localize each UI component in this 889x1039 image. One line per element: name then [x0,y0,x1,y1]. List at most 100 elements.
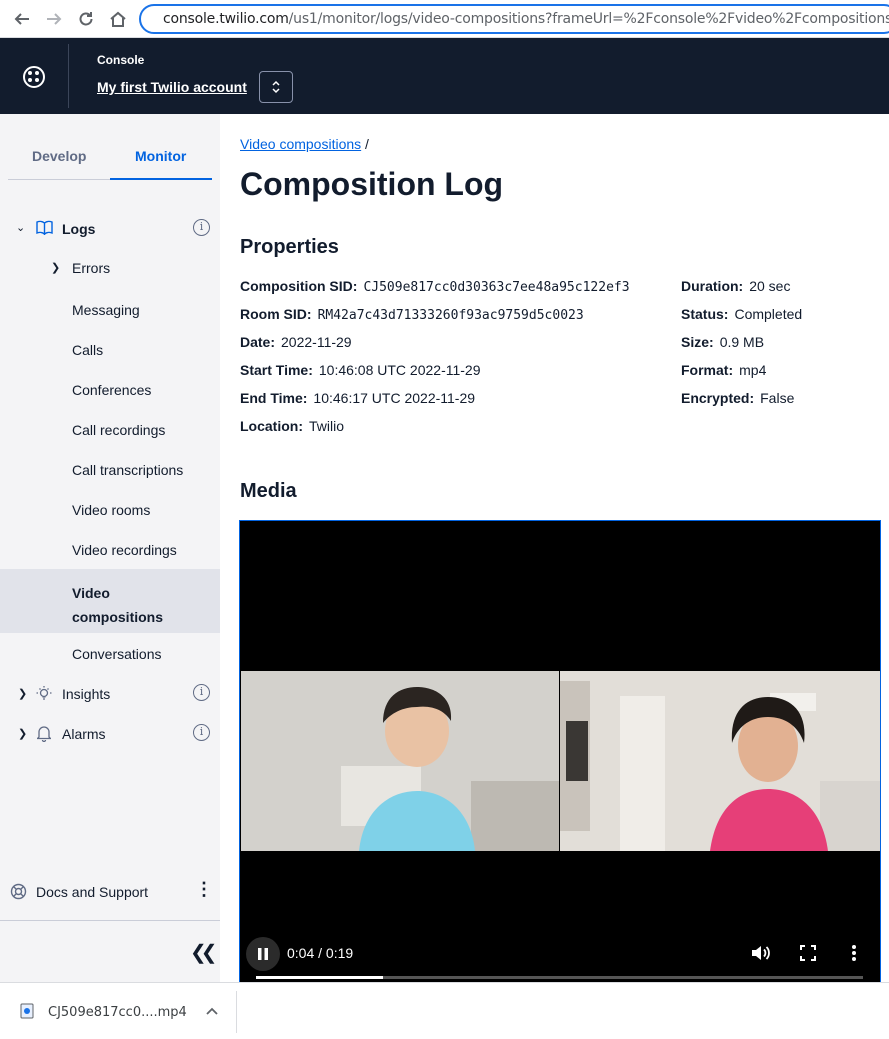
properties-heading: Properties [240,236,339,258]
video-file-icon [20,1003,34,1019]
property-key: Date: [240,334,276,350]
property-location: Location: Twilio [240,418,344,434]
property-end-time: End Time: 10:46:17 UTC 2022-11-29 [240,390,475,406]
property-composition-sid: Composition SID: CJ509e817cc0d30363c7ee48… [240,278,630,295]
property-value: mp4 [739,362,767,378]
pause-button[interactable] [246,937,280,971]
url-host: console.twilio.com [163,11,289,27]
page-title: Composition Log [240,166,504,202]
breadcrumb-separator: / [365,136,369,152]
playback-time: 0:04 / 0:19 [287,945,354,961]
download-file-name[interactable]: CJ509e817cc0....mp4 [48,1005,187,1020]
sidebar-item-video-recordings[interactable]: Video recordings [0,541,220,561]
sidebar-item-video-rooms[interactable]: Video rooms [0,501,220,521]
sidebar-item-conversations[interactable]: Conversations [0,645,220,665]
info-icon[interactable]: i [193,219,210,236]
book-icon [36,220,53,235]
sidebar-item-label: Logs [62,221,96,237]
sidebar-item-label: Video recordings [72,542,177,558]
property-key: Room SID: [240,306,312,322]
sidebar-item-label: Messaging [72,302,140,318]
address-bar[interactable]: console.twilio.com/us1/monitor/logs/vide… [139,4,889,34]
property-format: Format: mp4 [681,362,766,378]
more-options-icon[interactable] [850,943,858,963]
video-frame-image [241,671,559,851]
sidebar-item-insights[interactable]: ❯ Insights i [0,684,220,706]
sidebar-item-label: Alarms [62,726,106,742]
sidebar-item-label: Calls [72,342,104,358]
docs-and-support[interactable]: Docs and Support ⋮ [0,874,220,920]
property-key: Duration: [681,278,744,294]
account-switcher-button[interactable] [259,71,293,103]
sidebar-item-label: Video rooms [72,502,151,518]
chevron-right-icon: ❯ [18,688,28,700]
account-name-link[interactable]: My first Twilio account [97,79,247,95]
property-size: Size: 0.9 MB [681,334,764,350]
sidebar-item-label: Conversations [72,646,162,662]
volume-icon[interactable] [750,943,770,963]
url-path: /us1/monitor/logs/video-compositions?fra… [288,11,889,27]
property-value: 10:46:08 UTC 2022-11-29 [318,362,481,378]
tab-develop[interactable]: Develop [32,148,86,164]
sidebar: Develop Monitor ⌄ Logs i ❯ Errors Messag… [0,114,220,982]
property-value: Completed [734,306,803,322]
bell-icon [37,726,51,742]
property-key: Size: [681,334,714,350]
property-status: Status: Completed [681,306,802,322]
sidebar-item-video-compositions[interactable]: Video compositions [0,569,220,633]
sidebar-item-calls[interactable]: Calls [0,341,220,361]
tab-monitor[interactable]: Monitor [135,148,186,164]
property-value: 0.9 MB [719,334,765,350]
sidebar-item-label: Video [72,585,110,601]
chevron-up-down-icon [272,80,280,94]
property-value: 20 sec [749,278,791,294]
download-shelf: CJ509e817cc0....mp4 [0,982,889,1039]
fullscreen-icon[interactable] [800,945,816,961]
download-divider [236,991,237,1033]
property-encrypted: Encrypted: False [681,390,794,406]
chevron-right-icon: ❯ [51,262,61,274]
sidebar-item-label: Insights [62,686,111,702]
info-icon[interactable]: i [193,724,210,741]
back-icon[interactable] [6,0,38,38]
chevron-down-icon: ⌄ [16,222,26,234]
chevron-up-icon[interactable] [206,1007,218,1015]
sidebar-item-messaging[interactable]: Messaging [0,301,220,321]
video-frame-image [560,671,880,851]
video-tile-left [241,671,559,851]
browser-toolbar: console.twilio.com/us1/monitor/logs/vide… [0,0,889,38]
reload-icon[interactable] [70,0,102,38]
video-player[interactable]: 0:04 / 0:19 [239,520,881,982]
property-key: Location: [240,418,303,434]
forward-icon[interactable] [38,0,70,38]
property-duration: Duration: 20 sec [681,278,790,294]
sidebar-item-alarms[interactable]: ❯ Alarms i [0,724,220,746]
sidebar-item-logs[interactable]: ⌄ Logs i [0,218,220,240]
collapse-sidebar-icon[interactable]: ❮❮ [190,940,217,965]
property-start-time: Start Time: 10:46:08 UTC 2022-11-29 [240,362,481,378]
docs-label: Docs and Support [36,884,149,900]
video-progress-bar[interactable] [256,976,863,979]
lifebuoy-icon [10,883,27,900]
property-value: CJ509e817cc0d30363c7ee48a95c122ef3 [363,280,630,295]
property-date: Date: 2022-11-29 [240,334,352,350]
more-vertical-icon[interactable]: ⋮ [195,880,213,898]
sidebar-item-call-recordings[interactable]: Call recordings [0,421,220,441]
property-value: False [760,390,795,406]
sidebar-item-label: Conferences [72,382,152,398]
lightbulb-icon [36,686,52,700]
main-content: Video compositions / Composition Log Pro… [220,114,889,982]
sidebar-item-conferences[interactable]: Conferences [0,381,220,401]
url-text: console.twilio.com/us1/monitor/logs/vide… [163,11,889,27]
home-icon[interactable] [102,0,134,38]
twilio-logo-icon[interactable] [23,66,45,88]
sidebar-item-call-transcriptions[interactable]: Call transcriptions [0,461,220,481]
property-room-sid: Room SID: RM42a7c43d71333260f93ac9759d5c0… [240,306,584,323]
property-key: Encrypted: [681,390,755,406]
property-key: End Time: [240,390,308,406]
breadcrumb-video-compositions-link[interactable]: Video compositions [240,136,361,152]
sidebar-item-label: Call recordings [72,422,166,438]
info-icon[interactable]: i [193,684,210,701]
sidebar-item-errors[interactable]: ❯ Errors [0,259,220,279]
console-header: Console My first Twilio account [0,38,889,114]
